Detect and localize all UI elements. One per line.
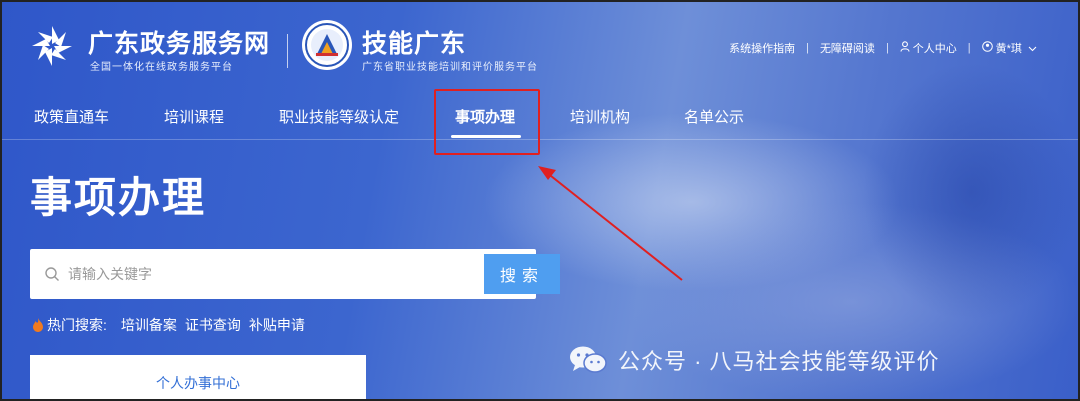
skills-gd-logo-icon[interactable]: [302, 20, 352, 70]
search-icon: [45, 267, 59, 281]
search-bar: 搜索: [30, 249, 560, 299]
account-circle-icon: [981, 41, 993, 52]
guide-link[interactable]: 系统操作指南: [729, 40, 795, 56]
gd-gov-logo-icon[interactable]: [28, 22, 76, 70]
top-links: 系统操作指南 | 无障碍阅读 | 个人中心 | 黄*琪: [729, 40, 1040, 56]
personal-center-link[interactable]: 个人中心: [900, 40, 957, 56]
accessibility-link[interactable]: 无障碍阅读: [820, 40, 875, 56]
site-header: 广东政务服务网 全国一体化在线政务服务平台 技能广东 广东省职业技能培训和评价服…: [2, 2, 1078, 90]
hot-search-item[interactable]: 培训备案: [121, 315, 177, 335]
watermark-text: 公众号 · 八马社会技能等级评价: [618, 349, 940, 374]
main-nav: 政策直通车 培训课程 职业技能等级认定 事项办理 培训机构 名单公示: [2, 90, 1078, 140]
nav-item-policy[interactable]: 政策直通车: [34, 106, 109, 127]
brand1-subtitle: 全国一体化在线政务服务平台: [90, 62, 233, 73]
link-separator: |: [806, 42, 809, 54]
chevron-down-icon: [1028, 46, 1037, 52]
search-input[interactable]: [68, 259, 468, 289]
personal-center-label: 个人中心: [912, 43, 957, 55]
brand1-title[interactable]: 广东政务服务网: [88, 24, 270, 60]
nav-item-skill-certification[interactable]: 职业技能等级认定: [279, 106, 399, 127]
nav-item-courses[interactable]: 培训课程: [164, 106, 224, 127]
fire-icon: [33, 318, 43, 332]
page-frame: 广东政务服务网 全国一体化在线政务服务平台 技能广东 广东省职业技能培训和评价服…: [0, 0, 1080, 401]
hot-search-label: 热门搜索:: [47, 317, 107, 333]
link-separator: |: [885, 42, 889, 54]
user-icon: [900, 41, 910, 52]
hot-search-item[interactable]: 补贴申请: [249, 315, 305, 335]
nav-item-institutions[interactable]: 培训机构: [570, 106, 630, 127]
user-name: 黄*琪: [995, 43, 1022, 55]
hot-search: 热门搜索: 培训备案 证书查询 补贴申请: [32, 315, 313, 335]
wechat-icon: [570, 346, 607, 373]
brand2-title[interactable]: 技能广东: [362, 24, 466, 60]
search-button[interactable]: 搜索: [484, 254, 560, 294]
personal-service-center-card[interactable]: 个人办事中心: [30, 355, 366, 399]
personal-service-center-label: 个人办事中心: [156, 375, 240, 391]
hot-search-item[interactable]: 证书查询: [185, 315, 241, 335]
page-title: 事项办理: [30, 174, 207, 221]
user-menu[interactable]: 黄*琪: [981, 40, 1040, 56]
watermark: 公众号 · 八马社会技能等级评价: [568, 344, 940, 376]
highlight-box: [434, 89, 540, 155]
brand2-subtitle: 广东省职业技能培训和评价服务平台: [362, 62, 538, 73]
nav-item-publicity[interactable]: 名单公示: [684, 106, 744, 127]
brand-divider: [287, 34, 288, 68]
link-separator: |: [967, 42, 971, 54]
